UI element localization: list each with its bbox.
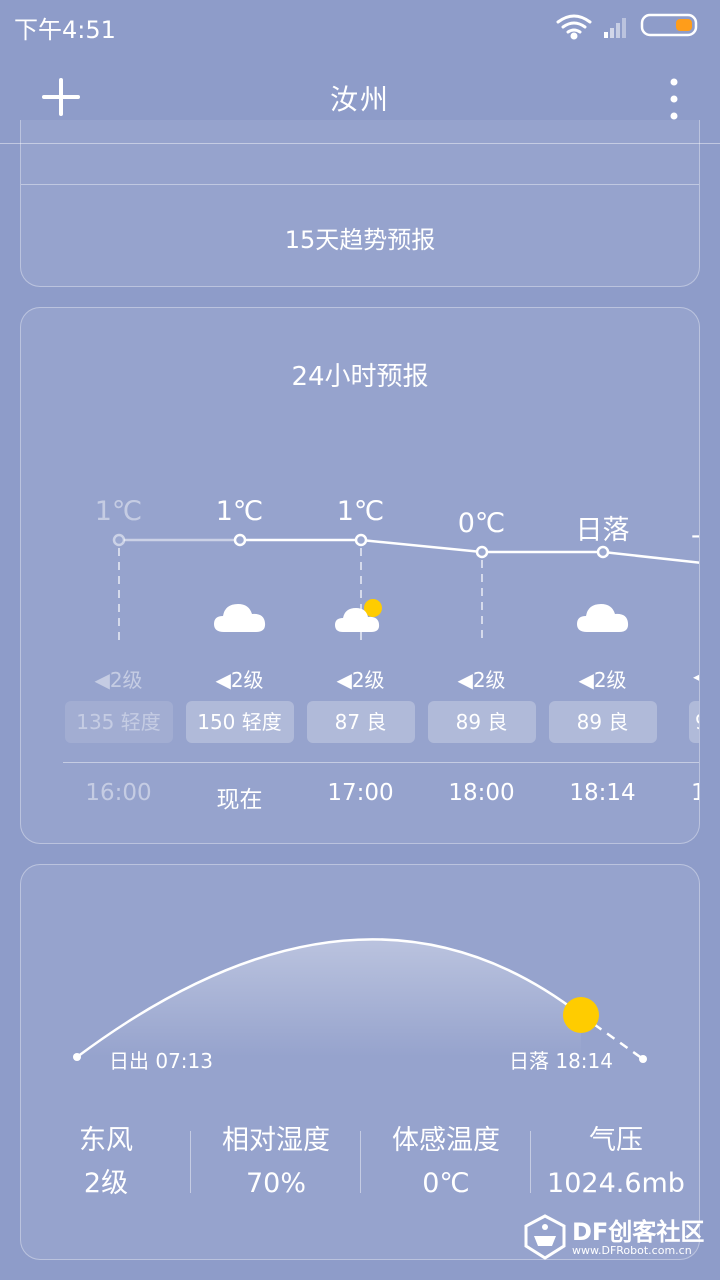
sunset-label: 日落 18:14 — [509, 1049, 613, 1073]
battery-icon — [640, 13, 698, 37]
hourly-aqi-badge: 89 良 — [427, 701, 536, 743]
hourly-aqi-badge: 87 良 — [306, 701, 415, 743]
cloud-icon — [577, 604, 629, 632]
hourly-wind: ◀ — [693, 664, 699, 688]
hourly-column[interactable]: 日落 ◀2级 89 良 18:14 — [542, 308, 663, 843]
hourly-column[interactable]: 1℃ ◀2级 150 轻度 现在 — [179, 308, 300, 843]
cloud-icon — [214, 604, 266, 632]
hourly-column[interactable]: 1℃ ◀2级 135 轻度 16:00 — [58, 308, 179, 843]
sun-arc-fill — [77, 939, 581, 1057]
hourly-aqi-badge: 150 轻度 — [185, 701, 294, 743]
status-bar: 下午4:51 — [0, 0, 720, 50]
more-vertical-icon — [670, 78, 678, 120]
hourly-temp: 日落 — [575, 515, 630, 546]
hourly-column[interactable]: - ◀ 9 1 — [663, 308, 700, 843]
sunrise-point — [73, 1053, 81, 1061]
stat-value: 1024.6mb — [547, 1168, 685, 1199]
status-time: 下午4:51 — [14, 16, 116, 44]
hourly-temp: - — [691, 520, 700, 551]
hourly-time: 1 — [691, 780, 699, 806]
sun-icon — [563, 997, 599, 1033]
stat-value: 2级 — [83, 1168, 129, 1199]
stat-label: 体感温度 — [392, 1125, 500, 1156]
hourly-temp: 0℃ — [457, 508, 506, 539]
hourly-time: 现在 — [216, 787, 263, 813]
hourly-time: 16:00 — [85, 780, 152, 806]
hourly-temp: 1℃ — [215, 496, 264, 527]
hourly-divider — [63, 762, 699, 763]
partly-cloudy-icon — [335, 599, 382, 632]
stat-label: 气压 — [589, 1125, 643, 1156]
watermark-url: www.DFRobot.com.cn — [572, 1244, 692, 1257]
trend-forecast-card[interactable]: 15天趋势预报 — [20, 120, 700, 287]
weather-stats: 东风 2级 相对湿度 70% 体感温度 0℃ 气压 1024.6mb — [21, 1121, 699, 1211]
stat-humidity: 相对湿度 70% — [191, 1121, 361, 1207]
dfrobot-logo-icon — [524, 1214, 566, 1260]
card-divider — [21, 184, 699, 185]
stat-feels-like: 体感温度 0℃ — [361, 1121, 531, 1207]
stat-label: 相对湿度 — [222, 1125, 330, 1156]
hourly-wind: ◀2级 — [457, 668, 506, 692]
sunset-point — [639, 1055, 647, 1063]
hourly-wind: ◀2级 — [336, 668, 385, 692]
hourly-column[interactable]: 1℃ ◀2级 87 良 17:00 — [300, 308, 421, 843]
watermark: DF创客社区 www.DFRobot.com.cn — [522, 1210, 712, 1266]
sun-details-card: 日出 07:13 日落 18:14 东风 2级 相对湿度 70% 体感温度 0℃… — [20, 864, 700, 1260]
signal-icon — [604, 18, 626, 38]
hourly-wind: ◀2级 — [215, 668, 264, 692]
city-title: 汝州 — [329, 83, 390, 116]
trend-forecast-label[interactable]: 15天趋势预报 — [21, 220, 699, 255]
stat-pressure: 气压 1024.6mb — [531, 1121, 699, 1207]
wifi-icon — [556, 14, 592, 40]
hourly-forecast-card[interactable]: 24小时预报 1℃ ◀2级 135 轻度 16:00 1℃ ◀2级 150 轻度… — [20, 307, 700, 844]
sunrise-label: 日出 07:13 — [109, 1049, 213, 1073]
hourly-time: 18:00 — [448, 780, 515, 806]
hourly-time: 17:00 — [327, 780, 394, 806]
more-options-button[interactable] — [664, 76, 684, 122]
status-icons — [556, 13, 698, 40]
hourly-time: 18:14 — [569, 780, 636, 806]
hourly-wind: ◀2级 — [578, 668, 627, 692]
stat-value: 70% — [245, 1168, 306, 1199]
stat-wind: 东风 2级 — [21, 1121, 191, 1207]
stat-label: 东风 — [79, 1125, 133, 1156]
hourly-column[interactable]: 0℃ ◀2级 89 良 18:00 — [421, 308, 542, 843]
hourly-wind: ◀2级 — [94, 668, 143, 692]
hourly-aqi-badge: 135 轻度 — [64, 701, 173, 743]
hourly-temp: 1℃ — [336, 496, 385, 527]
stat-value: 0℃ — [422, 1168, 470, 1199]
watermark-brand: DF创客社区 — [572, 1218, 705, 1246]
hourly-aqi-badge: 9 — [689, 701, 699, 743]
hourly-temp: 1℃ — [94, 496, 143, 527]
hourly-aqi-badge: 89 良 — [548, 701, 657, 743]
